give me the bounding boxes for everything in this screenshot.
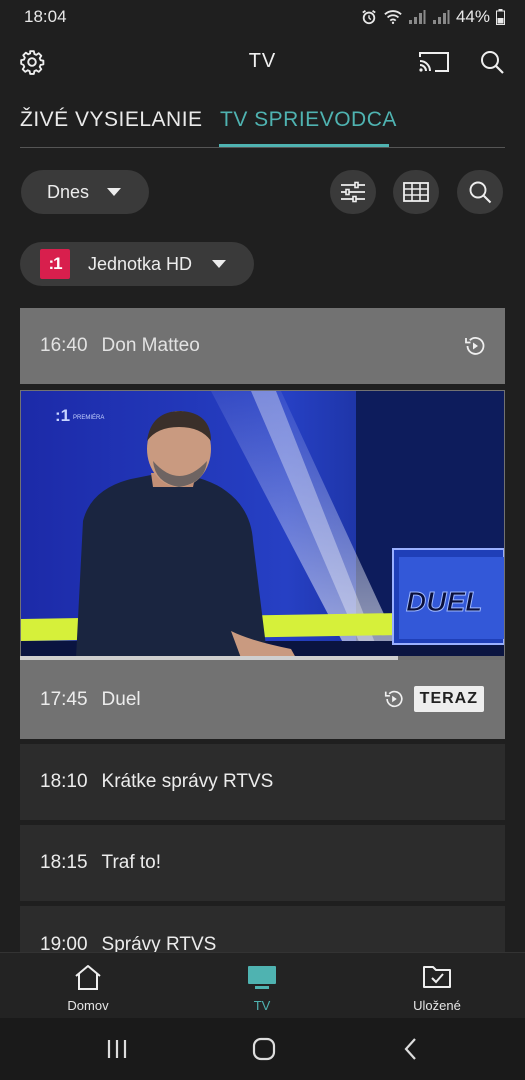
nav-label: Uložené xyxy=(413,998,461,1013)
signal-icon xyxy=(408,10,426,24)
tab-bar: ŽIVÉ VYSIELANIE TV SPRIEVODCA xyxy=(20,104,505,148)
home-circle-icon[interactable] xyxy=(251,1036,277,1062)
battery-percent: 44% xyxy=(455,7,490,26)
alarm-icon xyxy=(362,10,376,25)
programme-time: 18:15 xyxy=(40,852,88,873)
programme-title: Duel xyxy=(101,688,141,710)
tv-icon xyxy=(248,966,276,989)
thumbnail-premiere-tag: PREMIÉRA xyxy=(73,414,104,421)
status-time: 18:04 xyxy=(24,7,67,26)
wifi-icon xyxy=(384,10,402,25)
filter-sliders-icon xyxy=(341,181,365,203)
tab-tv-guide[interactable]: TV SPRIEVODCA xyxy=(220,108,397,132)
bottom-navigation: Domov TV Uložené xyxy=(0,952,525,1018)
programme-time: 16:40 xyxy=(40,335,88,356)
signal-icon xyxy=(432,10,450,24)
status-icons: 44% xyxy=(360,7,505,27)
app-bar: TV xyxy=(0,40,525,84)
search-icon[interactable] xyxy=(478,48,506,76)
day-selector-label: Dnes xyxy=(47,181,90,202)
nav-label: Domov xyxy=(67,998,109,1013)
programme-title: Traf to! xyxy=(101,852,162,873)
home-icon xyxy=(75,965,101,990)
filter-button[interactable] xyxy=(330,170,376,214)
programme-time: 17:45 xyxy=(40,688,88,710)
channel-logo: :1 xyxy=(40,249,70,279)
nav-label: TV xyxy=(253,998,271,1013)
programme-row[interactable]: 18:15 Traf to! xyxy=(20,825,505,901)
channel-selector[interactable]: :1 Jednotka HD xyxy=(20,242,254,286)
recents-icon[interactable] xyxy=(104,1036,130,1062)
programme-row[interactable]: 18:10 Krátke správy RTVS xyxy=(20,744,505,820)
tab-live-broadcast[interactable]: ŽIVÉ VYSIELANIE xyxy=(20,108,203,132)
chevron-down-icon xyxy=(107,188,122,196)
active-tab-indicator xyxy=(219,144,389,147)
back-icon[interactable] xyxy=(398,1036,424,1062)
day-selector[interactable]: Dnes xyxy=(21,170,149,214)
nav-item-home[interactable]: Domov xyxy=(38,963,138,1013)
programme-time: 18:10 xyxy=(40,771,88,792)
guide-search-button[interactable] xyxy=(457,170,503,214)
status-bar: 18:04 44% xyxy=(0,0,525,34)
nav-item-tv[interactable]: TV xyxy=(212,963,312,1013)
programme-row-current[interactable]: DUEL :1 PREMIÉRA 17:45 Duel TERAZ xyxy=(20,390,505,739)
current-programme-info: 17:45 Duel TERAZ xyxy=(20,660,505,739)
programme-title: Krátke správy RTVS xyxy=(101,771,274,792)
thumbnail-image: DUEL :1 PREMIÉRA xyxy=(21,391,504,658)
grid-view-icon xyxy=(403,182,429,202)
search-icon xyxy=(469,181,492,204)
system-navigation-bar xyxy=(0,1018,525,1080)
thumbnail-set-text: DUEL xyxy=(406,586,482,617)
thumbnail-channel-logo: :1 xyxy=(55,406,70,425)
replay-icon[interactable] xyxy=(463,334,487,358)
now-badge: TERAZ xyxy=(413,686,484,712)
replay-icon[interactable] xyxy=(383,688,405,710)
chevron-down-icon xyxy=(212,260,227,268)
nav-item-saved[interactable]: Uložené xyxy=(387,963,487,1013)
programme-row-past[interactable]: 16:40 Don Matteo xyxy=(20,308,505,384)
saved-folder-icon xyxy=(423,966,451,988)
channel-name: Jednotka HD xyxy=(88,253,193,274)
cast-icon[interactable] xyxy=(416,48,452,76)
programme-thumbnail[interactable]: DUEL :1 PREMIÉRA xyxy=(21,391,504,658)
grid-view-button[interactable] xyxy=(393,170,439,214)
programme-title: Don Matteo xyxy=(101,335,200,356)
battery-icon xyxy=(496,9,505,25)
